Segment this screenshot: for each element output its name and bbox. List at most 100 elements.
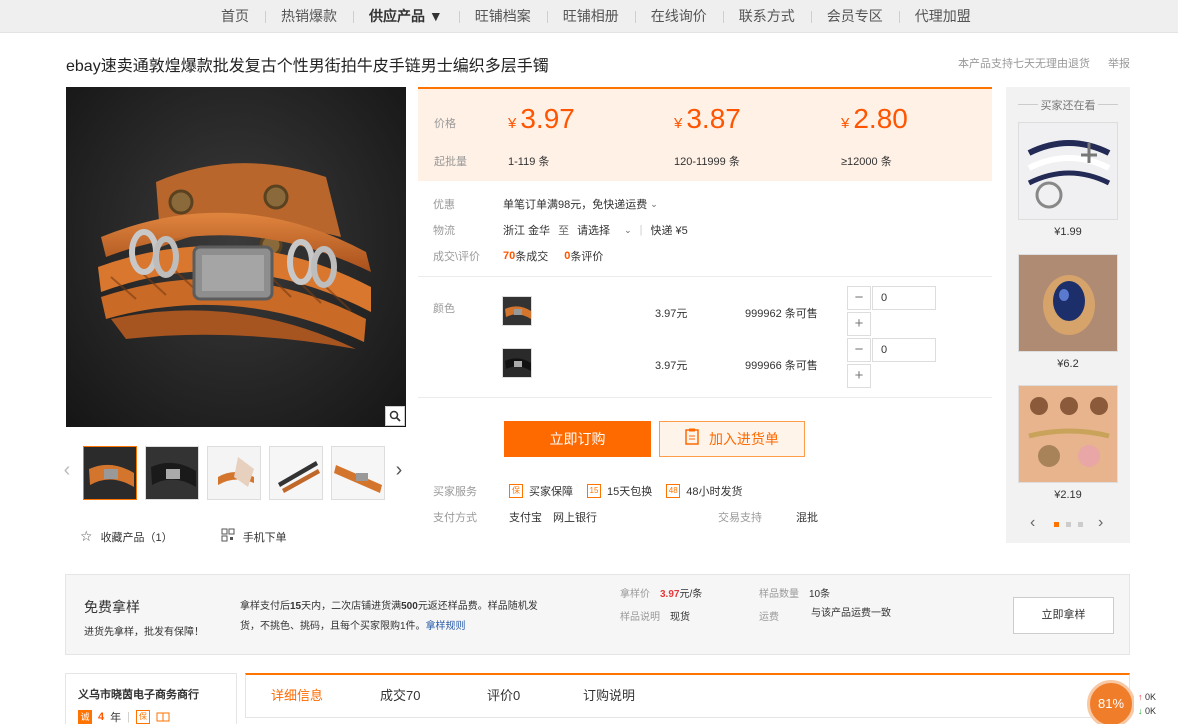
promo-text: 单笔订单满98元，免快递运费	[503, 199, 648, 211]
gallery-actions: ☆ 收藏产品（1） 手机下单	[80, 528, 287, 545]
nav-agent-join[interactable]: 代理加盟	[898, 0, 987, 33]
mobile-order-button[interactable]: 手机下单	[221, 528, 287, 545]
sku-1-increment-button[interactable]: +	[847, 312, 871, 336]
nav-contact[interactable]: 联系方式	[722, 0, 811, 33]
express-fee: 快递 ¥5	[650, 225, 688, 237]
add-to-cart-label: 加入进货单	[708, 431, 779, 447]
tier-2-price: ¥3.87	[674, 103, 741, 134]
thumb-prev-arrow-icon[interactable]: ‹	[60, 460, 74, 480]
also-viewed-image-3	[1018, 385, 1118, 483]
also-viewed-item-2[interactable]: ¥6.2	[1018, 254, 1118, 370]
seller-card: 义乌市晓茵电子商务商行 诚 4年 | 保	[65, 673, 237, 724]
price-label: 价格	[434, 118, 456, 130]
nav-shop-profile[interactable]: 旺铺档案	[458, 0, 547, 33]
service-guarantee[interactable]: 买家保障	[529, 483, 573, 499]
favorite-button[interactable]: ☆ 收藏产品（1）	[80, 528, 173, 545]
sku-2-quantity-input[interactable]: 0	[872, 338, 936, 362]
sku-1-quantity-input[interactable]: 0	[872, 286, 936, 310]
deals-count[interactable]: 70	[503, 250, 515, 262]
trade-support-label: 交易支持	[718, 512, 762, 524]
tab-reviews[interactable]: 评价0	[487, 685, 520, 704]
main-product-image[interactable]	[66, 87, 406, 427]
free-sample-title: 免费拿样	[84, 599, 140, 615]
sample-shipping: 运费 与该产品运费一致	[759, 608, 891, 623]
add-to-cart-button[interactable]: 加入进货单	[659, 421, 805, 457]
sku-2-thumbnail[interactable]	[502, 348, 532, 378]
sample-qty: 样品数量 10条	[759, 589, 831, 600]
nav-shop-album[interactable]: 旺铺相册	[546, 0, 635, 33]
seller-years: 诚 4年 | 保	[78, 709, 170, 724]
thumbnail-5[interactable]	[331, 446, 385, 500]
tab-details[interactable]: 详细信息	[271, 685, 323, 704]
sku-2-stock: 999966 条可售	[745, 360, 818, 372]
mobile-order-label: 手机下单	[242, 531, 287, 544]
pager-dot[interactable]	[1066, 522, 1071, 527]
ship-to-word: 至	[558, 225, 570, 237]
top-navigation: 首页 热销爆款 供应产品 ▼ 旺铺档案 旺铺相册 在线询价 联系方式 会员专区 …	[0, 0, 1178, 33]
payment-row: 支付方式 支付宝 网上银行	[433, 509, 597, 525]
sample-rules-link[interactable]: 拿样规则	[426, 621, 466, 632]
get-sample-button[interactable]: 立即拿样	[1013, 597, 1114, 634]
sku-1-thumbnail[interactable]	[502, 296, 532, 326]
tab-transactions[interactable]: 成交70	[380, 685, 420, 704]
thumbnail-2[interactable]	[145, 446, 199, 500]
nav-online-inquiry[interactable]: 在线询价	[634, 0, 723, 33]
network-monitor: ↑ 0K ↓ 0K	[1134, 688, 1178, 724]
thumb-next-arrow-icon[interactable]: ›	[392, 460, 406, 480]
speed-widget[interactable]: 81%	[1087, 680, 1135, 724]
payment-methods: 支付宝 网上银行	[509, 512, 597, 524]
buy-now-button[interactable]: 立即订购	[504, 421, 651, 457]
sku-2-decrement-button[interactable]: −	[847, 338, 871, 362]
promo-row: 优惠 单笔订单满98元，免快递运费 ⌄	[433, 196, 658, 212]
nav-products[interactable]: 供应产品 ▼	[353, 0, 459, 33]
destination-select[interactable]: 请选择 ⌄	[577, 222, 632, 238]
also-viewed-title: 买家还在看	[1006, 97, 1130, 113]
thumbnail-3[interactable]	[207, 446, 261, 500]
zoom-icon[interactable]	[385, 406, 405, 426]
thumbnail-1[interactable]	[83, 446, 137, 500]
also-viewed-price-2: ¥6.2	[1057, 358, 1079, 370]
sku-1-stock: 999962 条可售	[745, 308, 818, 320]
service-15-day-exchange[interactable]: 15天包换	[607, 483, 652, 499]
pager-dot[interactable]	[1078, 522, 1083, 527]
tier-1-qty: 1-119 条	[508, 156, 550, 168]
destination-select-label: 请选择	[577, 225, 611, 237]
service-48h-shipping[interactable]: 48小时发货	[686, 483, 742, 499]
deals-label: 成交\评价	[433, 251, 481, 263]
also-viewed-item-3[interactable]: ¥2.19	[1018, 385, 1118, 501]
sku-1-decrement-button[interactable]: −	[847, 286, 871, 310]
tier-2-qty: 120-11999 条	[674, 156, 740, 168]
chevron-right-icon[interactable]: ›	[1098, 515, 1103, 531]
trade-support-value: 混批	[796, 512, 818, 524]
favorite-label: 收藏产品（1）	[100, 531, 173, 544]
report-link[interactable]: 举报	[1108, 55, 1130, 71]
divider	[418, 276, 992, 277]
gift-icon	[156, 710, 170, 724]
free-sample-subtitle: 进货先拿样，批发有保障！	[84, 627, 204, 638]
nav-members[interactable]: 会员专区	[810, 0, 899, 33]
deals-suffix: 条成交	[515, 251, 549, 263]
free-sample-description: 拿样支付后15天内，二次店铺进货满500元返还样品费。样品随机发货，不挑色、挑码…	[240, 601, 538, 632]
chevron-down-icon[interactable]: ⌄	[650, 199, 658, 210]
seller-name[interactable]: 义乌市晓茵电子商务商行	[78, 686, 199, 702]
services-label: 买家服务	[433, 486, 477, 498]
tier-3-price: ¥2.80	[841, 103, 908, 134]
sample-price: 拿样价 3.97元/条	[620, 589, 703, 600]
clipboard-icon	[685, 423, 699, 457]
color-label: 颜色	[433, 303, 455, 315]
qr-code-icon	[221, 528, 235, 545]
pager-dot-active[interactable]	[1054, 522, 1059, 527]
nav-hot-sellers[interactable]: 热销爆款	[265, 0, 353, 33]
reviews-suffix: 条评价	[570, 251, 604, 263]
chevron-left-icon[interactable]: ‹	[1030, 515, 1035, 531]
download-rate: ↓ 0K	[1138, 706, 1157, 716]
tab-order-notes[interactable]: 订购说明	[583, 685, 635, 704]
sample-note: 样品说明 现货	[620, 612, 690, 623]
moq-label: 起批量	[434, 156, 467, 168]
sku-2-quantity-stepper: − 0 +	[847, 338, 936, 389]
trust-badge-icon: 诚	[78, 710, 92, 724]
also-viewed-item-1[interactable]: ¥1.99	[1018, 122, 1118, 238]
sku-2-increment-button[interactable]: +	[847, 364, 871, 388]
nav-home[interactable]: 首页	[205, 0, 265, 33]
thumbnail-4[interactable]	[269, 446, 323, 500]
